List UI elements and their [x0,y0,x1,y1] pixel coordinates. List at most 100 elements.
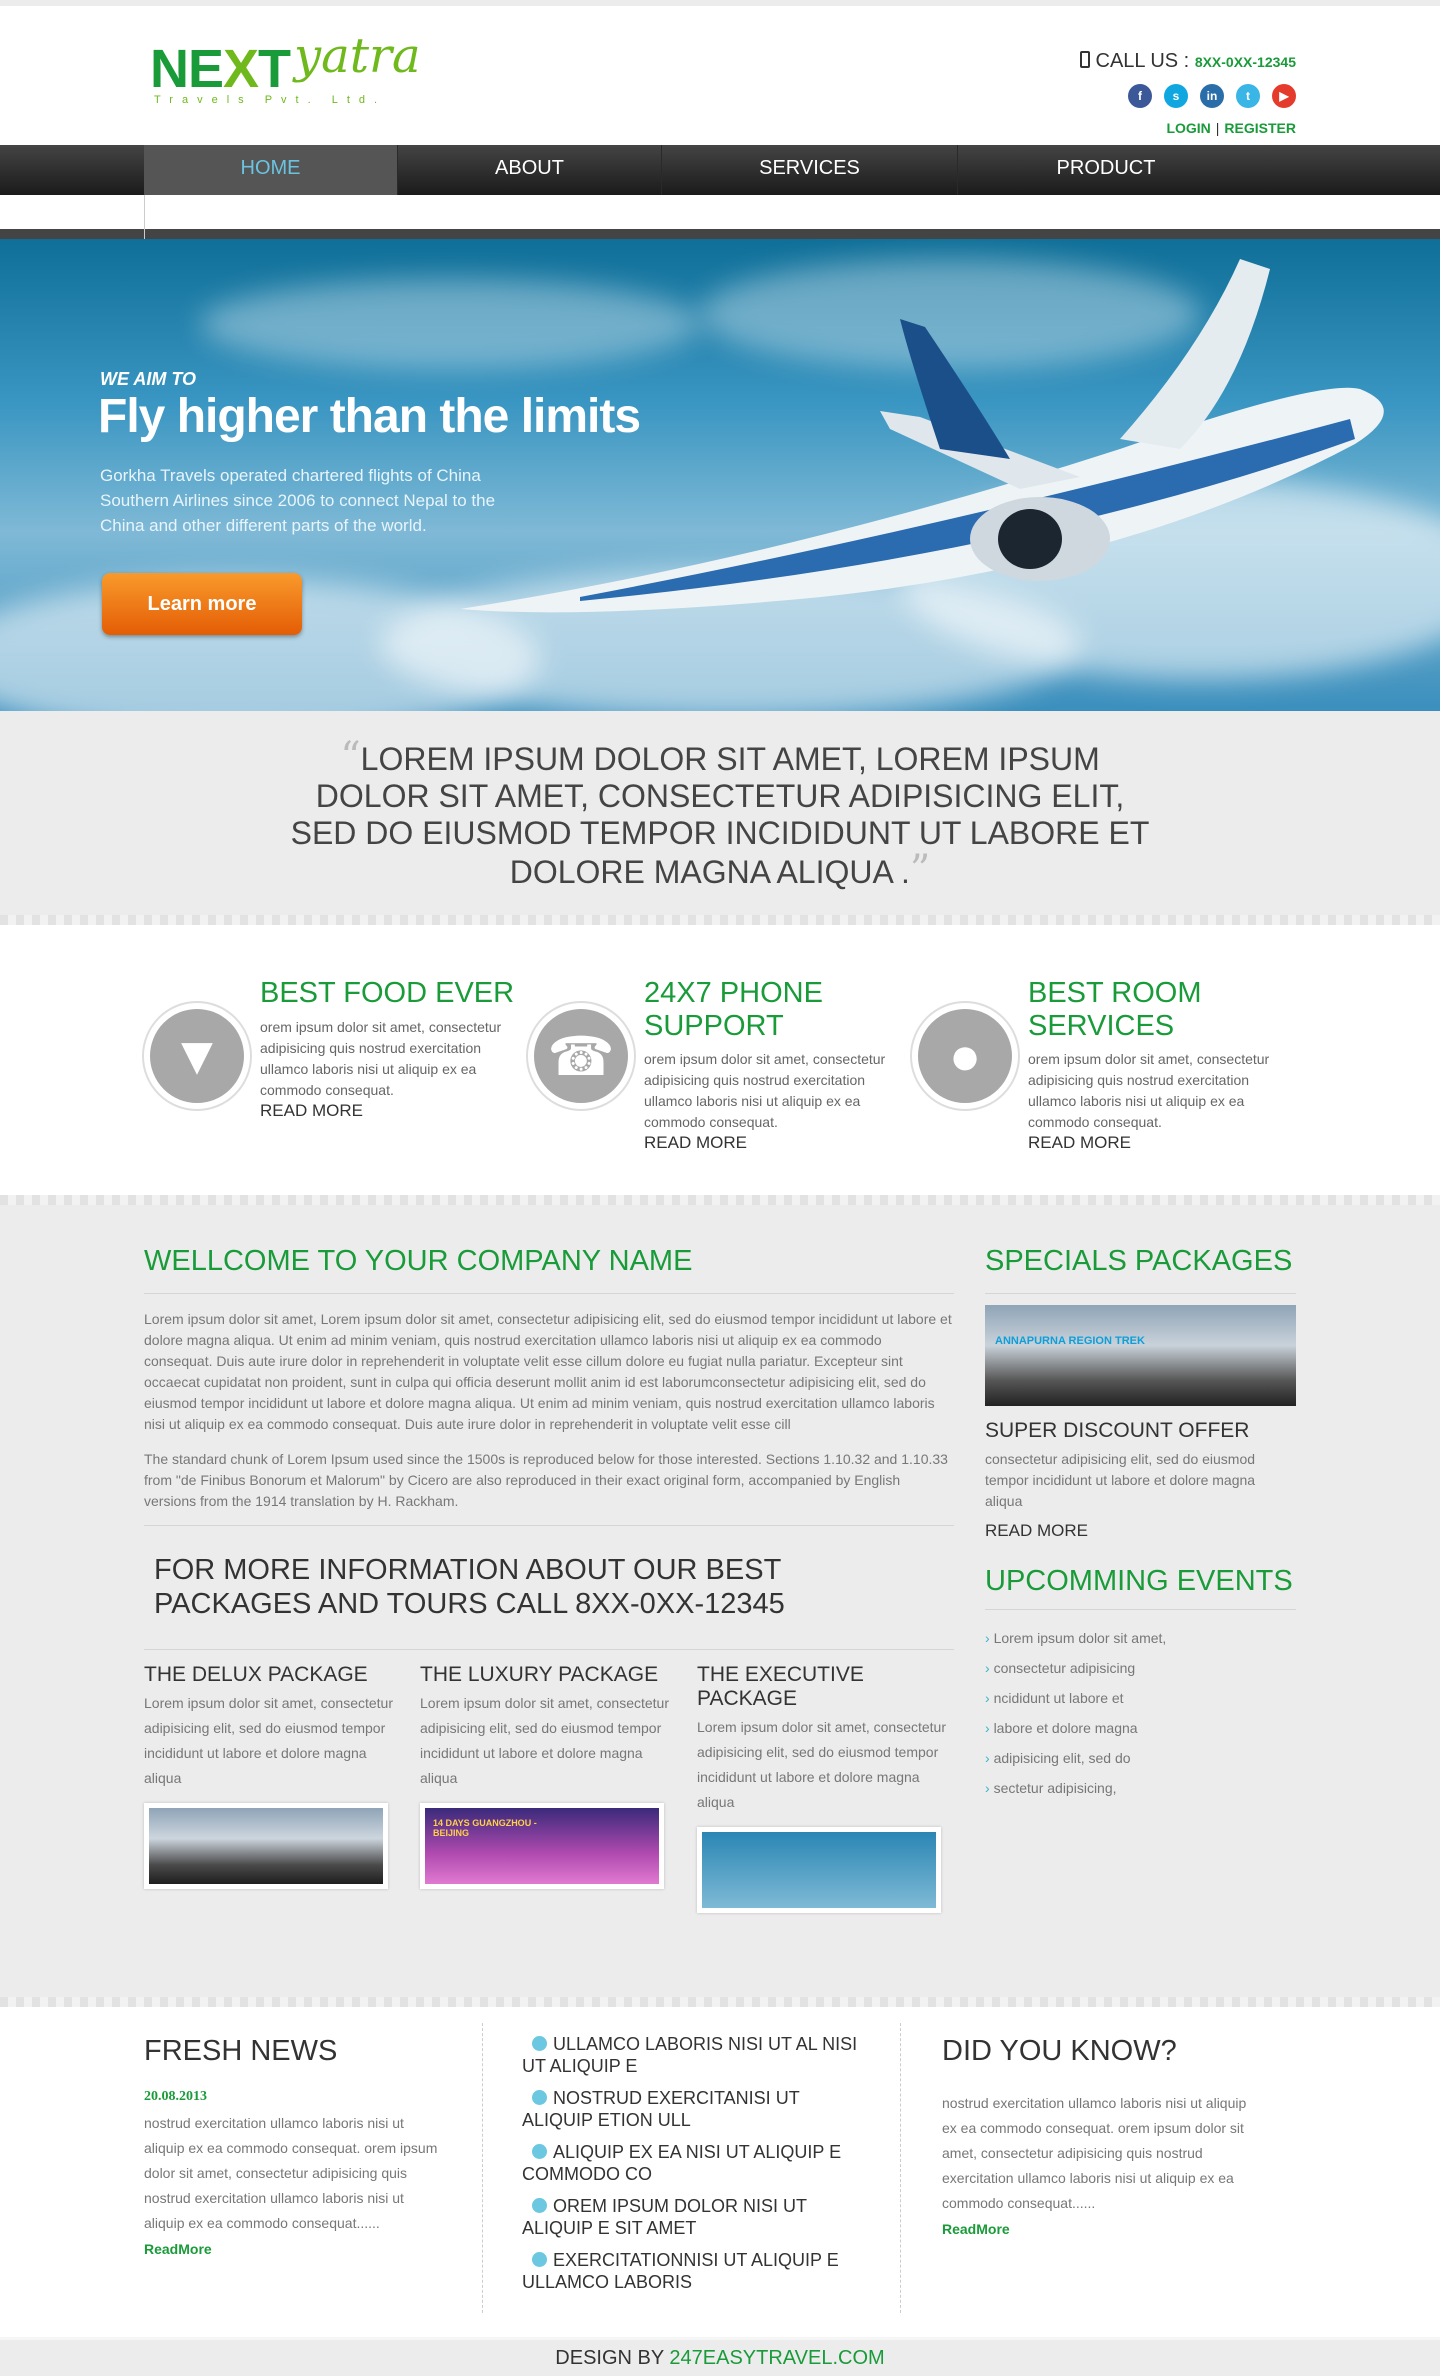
facebook-icon[interactable]: f [1128,84,1152,108]
nav-about[interactable]: ABOUT [398,145,662,195]
footer-link[interactable]: 247EASYTRAVEL.COM [669,2347,884,2369]
quote: “LOREM IPSUM DOLOR SIT AMET, LOREM IPSUM… [280,737,1160,893]
news-link[interactable]: ULLAMCO LABORIS NISI UT AL NISI UT ALIQU… [522,2033,862,2077]
hero-banner: WE AIM TO Fly higher than the limits Gor… [0,239,1440,711]
news-date: 20.08.2013 [144,2089,207,2104]
nav-product[interactable]: PRODUCT [958,145,1254,195]
event-item[interactable]: ncididunt ut labore et [985,1683,1166,1713]
bullet-icon [532,2198,547,2213]
linkedin-icon[interactable]: in [1200,84,1224,108]
feature-title: BEST FOOD EVER [260,977,515,1009]
feature-text: orem ipsum dolor sit amet, consectetur a… [260,1019,502,1098]
wave-divider [0,915,1440,925]
package-badge: 14 DAYS GUANGZHOU - BEIJING [433,1818,537,1838]
hero-aim: WE AIM TO [100,369,196,389]
bullet-icon [532,2144,547,2159]
package-title: THE DELUX PACKAGE [144,1663,368,1686]
hero-title: Fly higher than the limits [98,390,641,443]
feature-text: orem ipsum dolor sit amet, consectetur a… [644,1051,886,1130]
logo-subtitle: Travels Pvt. Ltd. [154,94,387,106]
news-link[interactable]: OREM IPSUM DOLOR NISI UT ALIQUIP E SIT A… [522,2195,862,2239]
airplane-image [460,259,1384,613]
feature-text: orem ipsum dolor sit amet, consectetur a… [1028,1051,1270,1130]
news-links: ULLAMCO LABORIS NISI UT AL NISI UT ALIQU… [522,2033,862,2303]
event-item[interactable]: Lorem ipsum dolor sit amet, [985,1623,1167,1653]
news-link[interactable]: EXERCITATIONNISI UT ALIQUIP E ULLAMCO LA… [522,2249,862,2293]
plate-cutlery-icon: ● [912,1003,1018,1109]
package-title: THE LUXURY PACKAGE [420,1663,659,1686]
package-text: Lorem ipsum dolor sit amet, consectetur … [697,1719,946,1810]
skype-icon[interactable]: s [1164,84,1188,108]
twitter-icon[interactable]: t [1236,84,1260,108]
welcome-paragraph: Lorem ipsum dolor sit amet, Lorem ipsum … [144,1311,952,1432]
specials-title: SPECIALS PACKAGES [985,1245,1293,1277]
package-text: Lorem ipsum dolor sit amet, consectetur … [144,1695,393,1786]
read-more-link[interactable]: READ MORE [644,1133,747,1153]
event-item[interactable]: labore et dolore magna [985,1713,1166,1743]
call-info: FOR MORE INFORMATION ABOUT OUR BEST PACK… [154,1554,785,1620]
package-title: THE EXECUTIVE PACKAGE [697,1663,864,1710]
package-image[interactable]: 14 DAYS GUANGZHOU - BEIJING [420,1803,664,1889]
close-quote-icon: ” [909,847,931,893]
event-item[interactable]: adipisicing elit, sed do [985,1743,1166,1773]
main-nav: HOME ABOUT SERVICES PRODUCT [0,145,1440,195]
welcome-title: WELLCOME TO YOUR COMPANY NAME [144,1245,693,1277]
package-luxury: THE LUXURY PACKAGE Lorem ipsum dolor sit… [420,1663,672,1889]
bullet-icon [532,2252,547,2267]
call-us: CALL US : 8XX-0XX-12345 [1079,50,1296,73]
news-link[interactable]: ALIQUIP EX EA NISI UT ALIQUIP E COMMODO … [522,2141,862,2185]
wave-divider [0,1195,1440,1205]
quote-section: “LOREM IPSUM DOLOR SIT AMET, LOREM IPSUM… [0,711,1440,925]
sub-nav-bar [0,195,1440,239]
separator: | [1215,120,1220,136]
telephone-icon: ☎ [528,1003,634,1109]
package-image[interactable] [697,1827,941,1913]
open-quote-icon: “ [340,734,361,780]
didyouknow-title: DID YOU KNOW? [942,2035,1177,2067]
call-number: 8XX-0XX-12345 [1194,54,1296,70]
footer-prefix: DESIGN BY [555,2347,664,2369]
mobile-phone-icon [1079,51,1090,68]
didyouknow-readmore-link[interactable]: ReadMore [942,2221,1010,2237]
nav-home[interactable]: HOME [144,145,398,195]
events-list: Lorem ipsum dolor sit amet, consectetur … [985,1623,1167,1803]
logo-next: NEXT [150,39,291,99]
package-executive: THE EXECUTIVE PACKAGE Lorem ipsum dolor … [697,1663,949,1913]
bullet-icon [532,2090,547,2105]
quote-text: LOREM IPSUM DOLOR SIT AMET, LOREM IPSUM … [290,741,1150,890]
feature-title: 24X7 PHONE SUPPORT [644,977,823,1042]
site-footer: DESIGN BY 247EASYTRAVEL.COM [0,2340,1440,2376]
special-image-label: ANNAPURNA REGION TREK [995,1335,1145,1347]
wave-divider [0,1997,1440,2007]
feature-title: BEST ROOM SERVICES [1028,977,1202,1042]
logo-yatra: yatra [294,28,421,84]
read-more-link[interactable]: READ MORE [985,1521,1088,1541]
bottom-section: FRESH NEWS 20.08.2013 nostrud exercitati… [0,2007,1440,2337]
events-title: UPCOMMING EVENTS [985,1565,1293,1597]
call-label: CALL US : [1095,50,1190,72]
nav-services[interactable]: SERVICES [662,145,958,195]
event-item[interactable]: consectetur adipisicing [985,1653,1166,1683]
event-item[interactable]: sectetur adipisicing, [985,1773,1166,1803]
package-text: Lorem ipsum dolor sit amet, consectetur … [420,1695,669,1786]
news-text: nostrud exercitation ullamco laboris nis… [144,2115,438,2231]
read-more-link[interactable]: READ MORE [1028,1133,1131,1153]
login-link[interactable]: LOGIN [1166,120,1210,136]
news-link[interactable]: NOSTRUD EXERCITANISI UT ALIQUIP ETION UL… [522,2087,862,2131]
hero-text: Gorkha Travels operated chartered flight… [100,466,496,535]
learn-more-button[interactable]: Learn more [102,573,302,635]
didyouknow-text: nostrud exercitation ullamco laboris nis… [942,2095,1247,2211]
special-heading: SUPER DISCOUNT OFFER [985,1419,1250,1442]
register-link[interactable]: REGISTER [1224,120,1296,136]
site-header: NEXT yatra Travels Pvt. Ltd. CALL US : 8… [0,0,1440,145]
features-section: ▼ BEST FOOD EVER orem ipsum dolor sit am… [0,925,1440,1205]
bullet-icon [532,2036,547,2051]
auth-links: LOGIN | REGISTER [1166,120,1296,136]
read-more-link[interactable]: READ MORE [260,1101,363,1121]
package-image[interactable] [144,1803,388,1889]
logo[interactable]: NEXT yatra Travels Pvt. Ltd. [146,32,446,122]
news-readmore-link[interactable]: ReadMore [144,2241,212,2257]
news-title: FRESH NEWS [144,2035,338,2067]
youtube-icon[interactable]: ▶ [1272,84,1296,108]
special-package-image[interactable]: ANNAPURNA REGION TREK [985,1305,1296,1406]
